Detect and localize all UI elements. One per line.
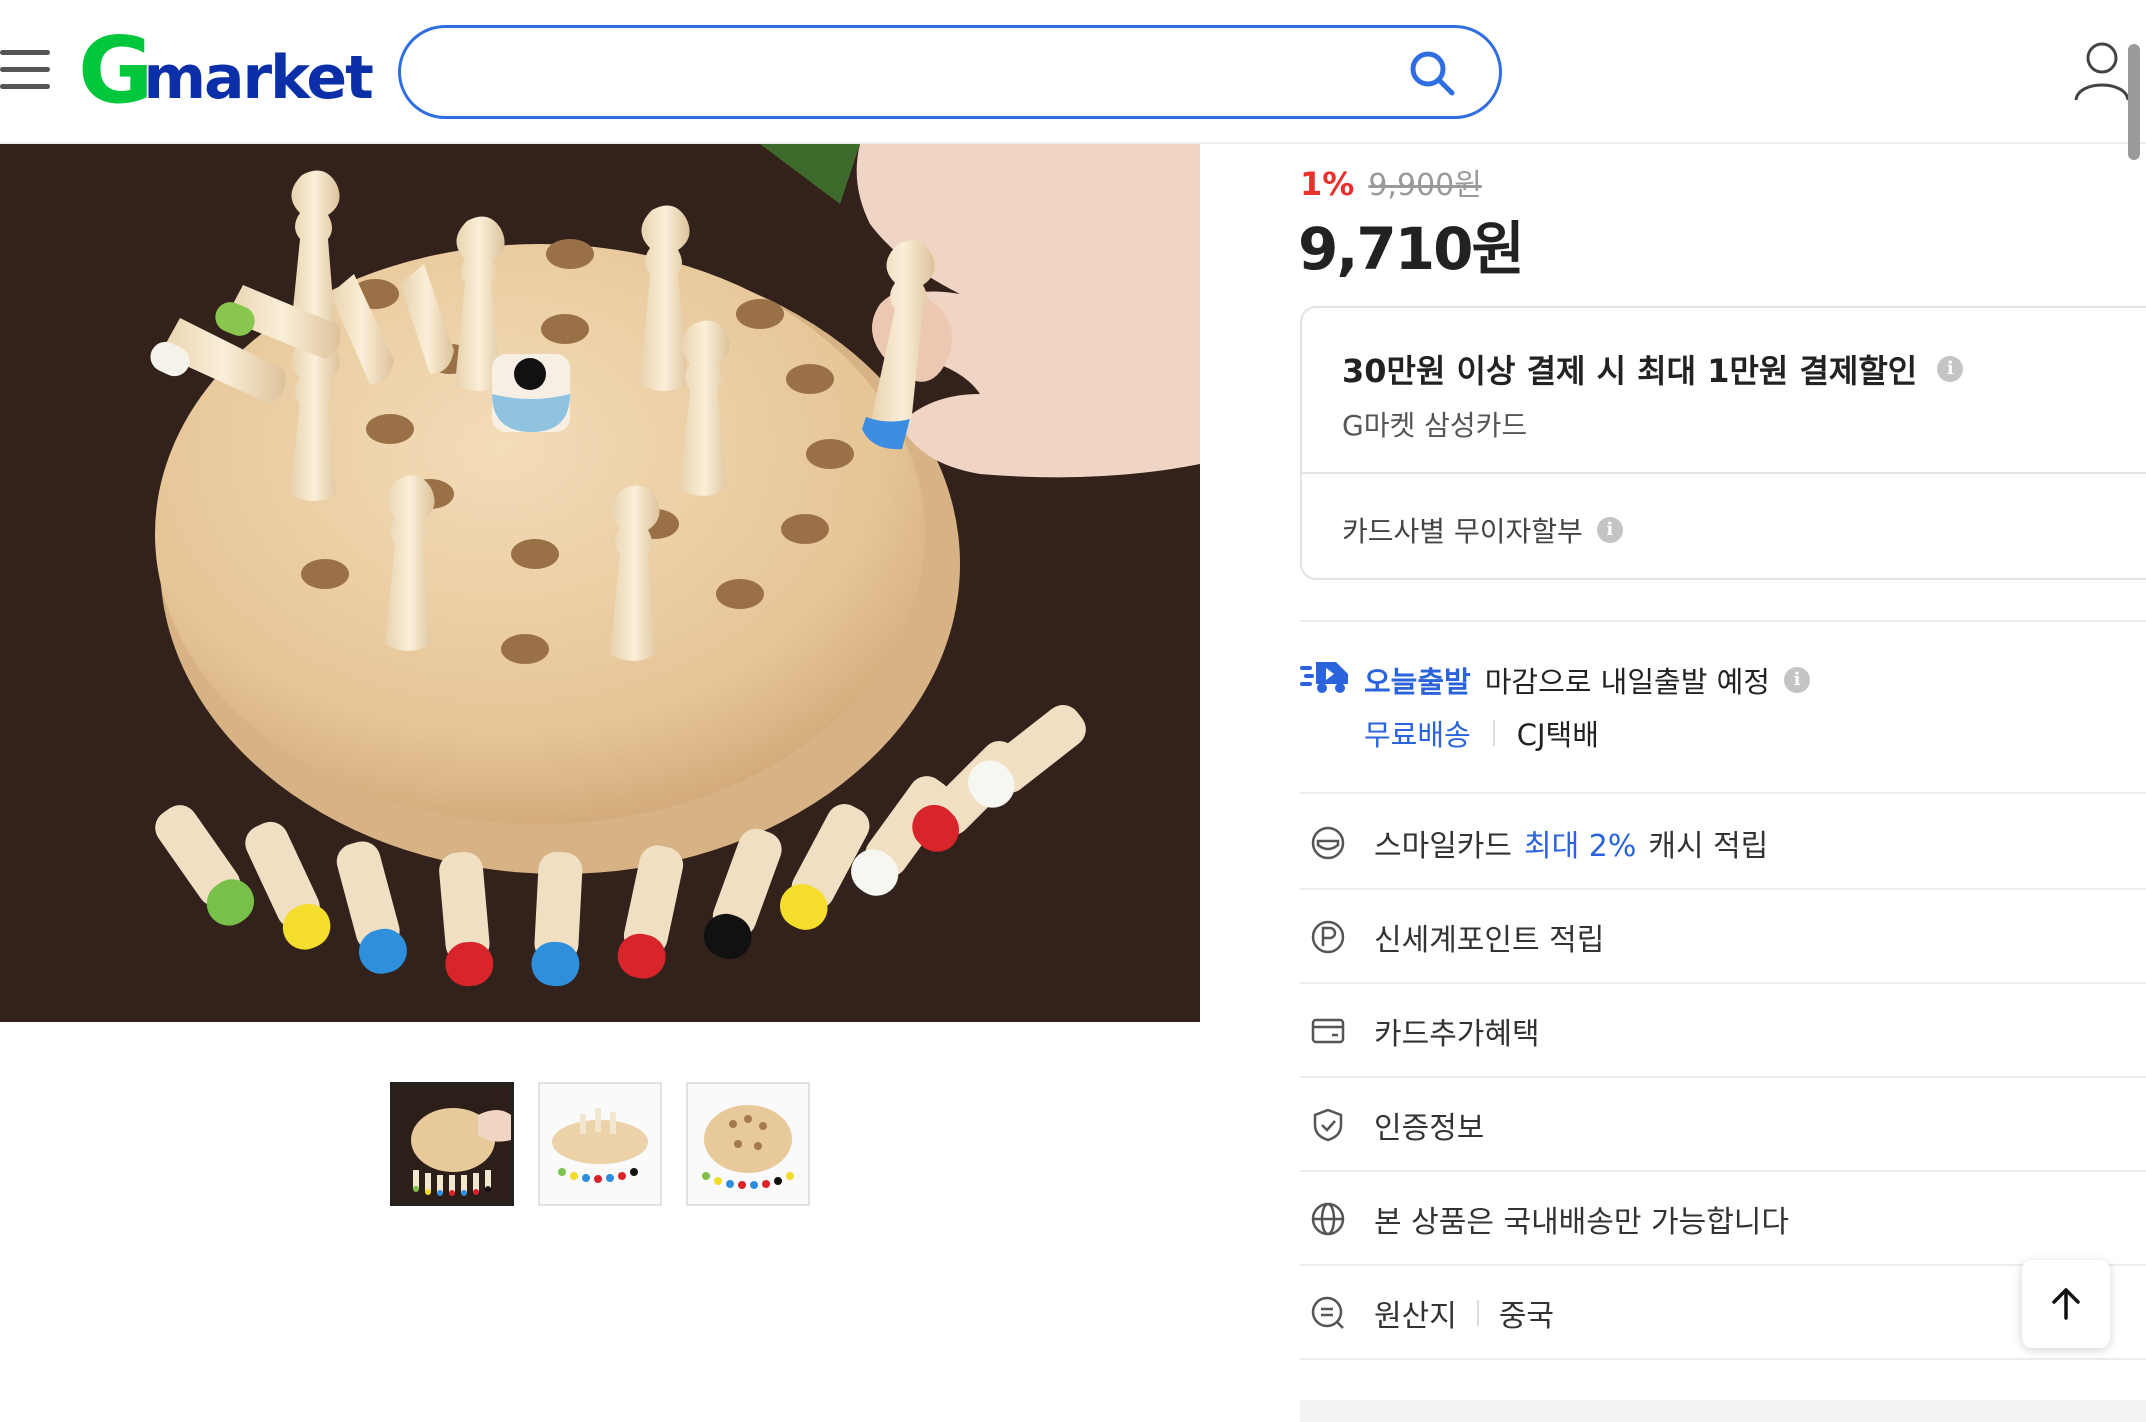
card-offer-top[interactable]: 30만원 이상 결제 시 최대 1만원 결제할인 i G마켓 삼성카드 [1302,308,2146,474]
card-offer-box: 30만원 이상 결제 시 최대 1만원 결제할인 i G마켓 삼성카드 카드사별… [1300,306,2146,580]
menu-icon[interactable] [0,50,52,90]
today-ship-badge: 오늘출발 [1364,664,1471,699]
top-header: G market [0,0,2146,144]
product-main-image[interactable] [0,144,1200,1022]
shipping-detail: 무료배송 CJ택배 [1364,712,1599,754]
arrow-up-icon [2052,1288,2080,1320]
carrier-name: CJ택배 [1516,718,1599,752]
card-offer-title-text: 30만원 이상 결제 시 최대 1만원 결제할인 [1342,352,1918,390]
user-icon[interactable] [2072,40,2132,102]
benefit-domestic-only[interactable]: 본 상품은 국내배송만 가능합니다 [1300,1172,2146,1266]
globe-icon [1304,1195,1352,1243]
card-offer-subtitle: G마켓 삼성카드 [1342,409,1528,442]
page-scrollbar[interactable] [2128,44,2140,160]
origin-search-icon [1304,1289,1352,1337]
benefit-card-extra[interactable]: 카드추가혜택 [1300,984,2146,1078]
separator [1492,720,1495,746]
next-section-edge [1300,1400,2146,1422]
ship-eta-text: 마감으로 내일출발 예정 [1484,664,1770,699]
card-offer-title: 30만원 이상 결제 시 최대 1만원 결제할인 i [1342,346,1964,392]
info-icon[interactable]: i [1937,356,1964,382]
shield-check-icon [1304,1101,1352,1149]
smile-card-suffix: 캐시 적립 [1648,829,1769,864]
smile-card-label: 스마일카드 [1374,829,1512,864]
benefit-shinsegae-point[interactable]: 신세계포인트 적립 [1300,890,2146,984]
search-input[interactable] [437,48,1377,96]
benefit-smile-card[interactable]: 스마일카드 최대 2% 캐시 적립 [1300,796,2146,890]
price-discount-row: 1% 9,900원 [1300,160,1482,204]
free-shipping-link[interactable]: 무료배송 [1364,712,1471,754]
discount-rate: 1% [1300,165,1355,203]
domestic-label: 본 상품은 국내배송만 가능합니다 [1374,1205,1790,1240]
origin-label: 원산지 [1374,1299,1457,1334]
benefit-origin[interactable]: 원산지 중국 [1300,1266,2146,1360]
smile-card-icon [1304,819,1352,867]
thumbnail-3[interactable] [686,1082,810,1206]
search-bar [398,25,1502,119]
cert-label: 인증정보 [1374,1111,1485,1146]
info-icon[interactable]: i [1783,666,1810,693]
final-price: 9,710원 [1298,215,1525,283]
gmarket-logo[interactable]: G market [78,17,374,124]
original-price: 9,900원 [1368,168,1482,203]
logo-text: market [143,43,374,113]
benefit-certification[interactable]: 인증정보 [1300,1078,2146,1172]
point-icon [1304,913,1352,961]
info-icon[interactable]: i [1596,517,1623,543]
divider [1300,792,2146,794]
thumbnail-1[interactable] [390,1082,514,1206]
logo-g: G [78,17,153,124]
smile-card-highlight: 최대 2% [1524,829,1637,864]
thumbnail-2[interactable] [538,1082,662,1206]
installment-row[interactable]: 카드사별 무이자할부 i [1342,510,1623,550]
origin-value: 중국 [1498,1299,1555,1334]
card-extra-label: 카드추가혜택 [1374,1017,1540,1052]
shipping-row: 오늘출발 마감으로 내일출발 예정 i [1300,656,1810,703]
divider [1300,620,2146,622]
truck-icon [1300,656,1350,703]
installment-text: 카드사별 무이자할부 [1342,515,1583,548]
credit-card-icon [1304,1007,1352,1055]
search-icon[interactable] [1407,48,1457,98]
point-label: 신세계포인트 적립 [1374,923,1605,958]
thumbnail-strip [390,1082,810,1206]
separator [1476,1300,1479,1326]
divider [1300,1358,2146,1360]
scroll-to-top-button[interactable] [2022,1260,2110,1348]
